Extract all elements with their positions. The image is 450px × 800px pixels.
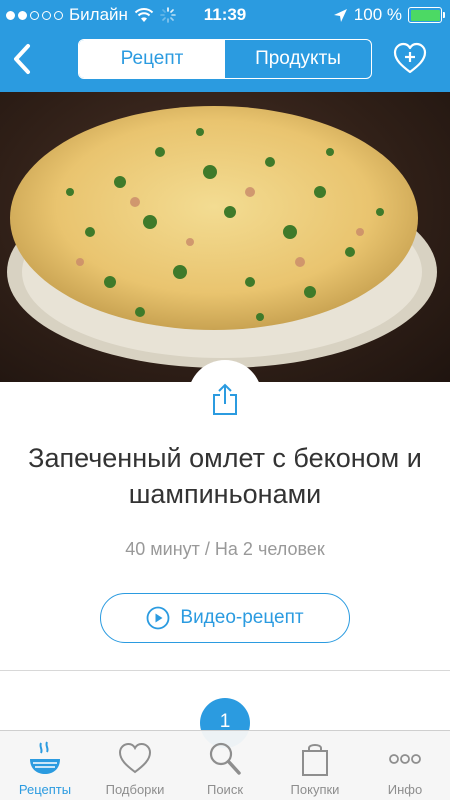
- back-chevron-icon[interactable]: [8, 40, 38, 78]
- tab-recipes-label: Рецепты: [18, 782, 72, 797]
- recipe-title: Запеченный омлет с беконом и шампиньонам…: [28, 443, 422, 509]
- header: Билайн 11:39 100 % Рецепт Продукты: [0, 0, 450, 92]
- tab-search[interactable]: Поиск: [180, 731, 270, 800]
- battery-percent: 100 %: [353, 5, 402, 24]
- search-icon: [209, 742, 241, 775]
- divider: [0, 670, 450, 671]
- recipe-photo: [0, 92, 450, 382]
- tab-products[interactable]: Продукты: [225, 40, 371, 78]
- shopping-bag-icon: [302, 744, 328, 776]
- play-icon: [146, 606, 170, 630]
- tab-info[interactable]: Инфо: [360, 731, 450, 800]
- status-bar: Билайн 11:39 100 %: [0, 0, 450, 30]
- tab-info-label: Инфо: [387, 782, 423, 797]
- tab-recipes[interactable]: Рецепты: [0, 731, 90, 800]
- heart-plus-icon[interactable]: [392, 41, 428, 75]
- more-dots-icon: [389, 754, 421, 764]
- recipe-meta: 40 минут / На 2 человек: [125, 539, 325, 559]
- tab-collections[interactable]: Подборки: [90, 731, 180, 800]
- recipes-bowl-icon: [30, 741, 60, 774]
- tab-bar: Рецепты Подборки Поиск Покупки Инфо: [0, 730, 450, 800]
- video-recipe-label: Видео-рецепт: [180, 607, 304, 628]
- share-icon[interactable]: [210, 382, 240, 416]
- tab-recipe[interactable]: Рецепт: [79, 40, 225, 78]
- battery-icon: [408, 7, 445, 23]
- heart-icon: [118, 742, 152, 774]
- tab-shopping-label: Покупки: [290, 782, 340, 797]
- video-recipe-button[interactable]: Видео-рецепт: [100, 593, 350, 643]
- tab-collections-label: Подборки: [105, 782, 165, 797]
- tab-search-label: Поиск: [206, 782, 244, 797]
- location-arrow-icon: [333, 8, 347, 22]
- segmented-control: Рецепт Продукты: [78, 39, 372, 79]
- tab-shopping[interactable]: Покупки: [270, 731, 360, 800]
